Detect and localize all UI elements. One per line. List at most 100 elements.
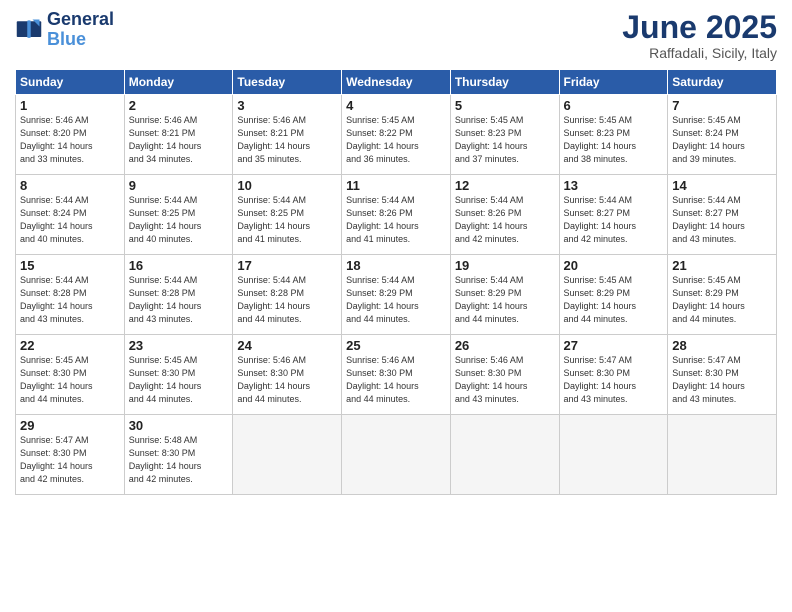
logo-icon bbox=[15, 16, 43, 44]
day-number: 17 bbox=[237, 258, 337, 273]
day-number: 8 bbox=[20, 178, 120, 193]
col-tuesday: Tuesday bbox=[233, 70, 342, 95]
cell-info: Sunrise: 5:45 AM Sunset: 8:24 PM Dayligh… bbox=[672, 114, 772, 166]
table-row: 27Sunrise: 5:47 AM Sunset: 8:30 PM Dayli… bbox=[559, 335, 668, 415]
table-row: 4Sunrise: 5:45 AM Sunset: 8:22 PM Daylig… bbox=[342, 95, 451, 175]
cell-info: Sunrise: 5:44 AM Sunset: 8:24 PM Dayligh… bbox=[20, 194, 120, 246]
table-row: 7Sunrise: 5:45 AM Sunset: 8:24 PM Daylig… bbox=[668, 95, 777, 175]
day-number: 2 bbox=[129, 98, 229, 113]
calendar-header-row: Sunday Monday Tuesday Wednesday Thursday… bbox=[16, 70, 777, 95]
table-row: 3Sunrise: 5:46 AM Sunset: 8:21 PM Daylig… bbox=[233, 95, 342, 175]
table-row bbox=[342, 415, 451, 495]
col-saturday: Saturday bbox=[668, 70, 777, 95]
table-row bbox=[668, 415, 777, 495]
col-thursday: Thursday bbox=[450, 70, 559, 95]
cell-info: Sunrise: 5:44 AM Sunset: 8:29 PM Dayligh… bbox=[346, 274, 446, 326]
cell-info: Sunrise: 5:47 AM Sunset: 8:30 PM Dayligh… bbox=[564, 354, 664, 406]
table-row: 17Sunrise: 5:44 AM Sunset: 8:28 PM Dayli… bbox=[233, 255, 342, 335]
cell-info: Sunrise: 5:45 AM Sunset: 8:30 PM Dayligh… bbox=[20, 354, 120, 406]
day-number: 21 bbox=[672, 258, 772, 273]
logo-text: General Blue bbox=[47, 10, 114, 50]
day-number: 5 bbox=[455, 98, 555, 113]
day-number: 9 bbox=[129, 178, 229, 193]
location-subtitle: Raffadali, Sicily, Italy bbox=[622, 45, 777, 61]
col-wednesday: Wednesday bbox=[342, 70, 451, 95]
day-number: 15 bbox=[20, 258, 120, 273]
day-number: 27 bbox=[564, 338, 664, 353]
table-row: 2Sunrise: 5:46 AM Sunset: 8:21 PM Daylig… bbox=[124, 95, 233, 175]
day-number: 23 bbox=[129, 338, 229, 353]
table-row: 5Sunrise: 5:45 AM Sunset: 8:23 PM Daylig… bbox=[450, 95, 559, 175]
cell-info: Sunrise: 5:46 AM Sunset: 8:30 PM Dayligh… bbox=[346, 354, 446, 406]
cell-info: Sunrise: 5:44 AM Sunset: 8:28 PM Dayligh… bbox=[129, 274, 229, 326]
calendar-week-row: 29Sunrise: 5:47 AM Sunset: 8:30 PM Dayli… bbox=[16, 415, 777, 495]
table-row: 24Sunrise: 5:46 AM Sunset: 8:30 PM Dayli… bbox=[233, 335, 342, 415]
day-number: 14 bbox=[672, 178, 772, 193]
cell-info: Sunrise: 5:44 AM Sunset: 8:28 PM Dayligh… bbox=[20, 274, 120, 326]
table-row: 15Sunrise: 5:44 AM Sunset: 8:28 PM Dayli… bbox=[16, 255, 125, 335]
cell-info: Sunrise: 5:45 AM Sunset: 8:29 PM Dayligh… bbox=[672, 274, 772, 326]
table-row bbox=[233, 415, 342, 495]
calendar-week-row: 1Sunrise: 5:46 AM Sunset: 8:20 PM Daylig… bbox=[16, 95, 777, 175]
cell-info: Sunrise: 5:45 AM Sunset: 8:22 PM Dayligh… bbox=[346, 114, 446, 166]
cell-info: Sunrise: 5:44 AM Sunset: 8:29 PM Dayligh… bbox=[455, 274, 555, 326]
calendar-week-row: 22Sunrise: 5:45 AM Sunset: 8:30 PM Dayli… bbox=[16, 335, 777, 415]
day-number: 11 bbox=[346, 178, 446, 193]
table-row: 23Sunrise: 5:45 AM Sunset: 8:30 PM Dayli… bbox=[124, 335, 233, 415]
day-number: 6 bbox=[564, 98, 664, 113]
table-row: 9Sunrise: 5:44 AM Sunset: 8:25 PM Daylig… bbox=[124, 175, 233, 255]
calendar: Sunday Monday Tuesday Wednesday Thursday… bbox=[15, 69, 777, 495]
logo: General Blue bbox=[15, 10, 114, 50]
table-row: 19Sunrise: 5:44 AM Sunset: 8:29 PM Dayli… bbox=[450, 255, 559, 335]
logo-line1: General bbox=[47, 10, 114, 30]
cell-info: Sunrise: 5:45 AM Sunset: 8:23 PM Dayligh… bbox=[564, 114, 664, 166]
day-number: 3 bbox=[237, 98, 337, 113]
table-row: 13Sunrise: 5:44 AM Sunset: 8:27 PM Dayli… bbox=[559, 175, 668, 255]
table-row bbox=[450, 415, 559, 495]
cell-info: Sunrise: 5:44 AM Sunset: 8:28 PM Dayligh… bbox=[237, 274, 337, 326]
cell-info: Sunrise: 5:44 AM Sunset: 8:27 PM Dayligh… bbox=[564, 194, 664, 246]
day-number: 10 bbox=[237, 178, 337, 193]
day-number: 30 bbox=[129, 418, 229, 433]
day-number: 18 bbox=[346, 258, 446, 273]
logo-line2: Blue bbox=[47, 29, 86, 49]
cell-info: Sunrise: 5:46 AM Sunset: 8:21 PM Dayligh… bbox=[129, 114, 229, 166]
table-row: 14Sunrise: 5:44 AM Sunset: 8:27 PM Dayli… bbox=[668, 175, 777, 255]
table-row: 11Sunrise: 5:44 AM Sunset: 8:26 PM Dayli… bbox=[342, 175, 451, 255]
day-number: 4 bbox=[346, 98, 446, 113]
cell-info: Sunrise: 5:45 AM Sunset: 8:23 PM Dayligh… bbox=[455, 114, 555, 166]
cell-info: Sunrise: 5:46 AM Sunset: 8:21 PM Dayligh… bbox=[237, 114, 337, 166]
table-row: 1Sunrise: 5:46 AM Sunset: 8:20 PM Daylig… bbox=[16, 95, 125, 175]
day-number: 24 bbox=[237, 338, 337, 353]
col-friday: Friday bbox=[559, 70, 668, 95]
calendar-week-row: 15Sunrise: 5:44 AM Sunset: 8:28 PM Dayli… bbox=[16, 255, 777, 335]
table-row: 12Sunrise: 5:44 AM Sunset: 8:26 PM Dayli… bbox=[450, 175, 559, 255]
header: General Blue June 2025 Raffadali, Sicily… bbox=[15, 10, 777, 61]
cell-info: Sunrise: 5:45 AM Sunset: 8:30 PM Dayligh… bbox=[129, 354, 229, 406]
day-number: 20 bbox=[564, 258, 664, 273]
day-number: 22 bbox=[20, 338, 120, 353]
cell-info: Sunrise: 5:48 AM Sunset: 8:30 PM Dayligh… bbox=[129, 434, 229, 486]
day-number: 25 bbox=[346, 338, 446, 353]
table-row: 10Sunrise: 5:44 AM Sunset: 8:25 PM Dayli… bbox=[233, 175, 342, 255]
cell-info: Sunrise: 5:44 AM Sunset: 8:27 PM Dayligh… bbox=[672, 194, 772, 246]
col-sunday: Sunday bbox=[16, 70, 125, 95]
table-row: 18Sunrise: 5:44 AM Sunset: 8:29 PM Dayli… bbox=[342, 255, 451, 335]
table-row: 6Sunrise: 5:45 AM Sunset: 8:23 PM Daylig… bbox=[559, 95, 668, 175]
cell-info: Sunrise: 5:44 AM Sunset: 8:25 PM Dayligh… bbox=[237, 194, 337, 246]
day-number: 29 bbox=[20, 418, 120, 433]
table-row: 25Sunrise: 5:46 AM Sunset: 8:30 PM Dayli… bbox=[342, 335, 451, 415]
day-number: 1 bbox=[20, 98, 120, 113]
table-row: 26Sunrise: 5:46 AM Sunset: 8:30 PM Dayli… bbox=[450, 335, 559, 415]
day-number: 28 bbox=[672, 338, 772, 353]
table-row: 21Sunrise: 5:45 AM Sunset: 8:29 PM Dayli… bbox=[668, 255, 777, 335]
cell-info: Sunrise: 5:47 AM Sunset: 8:30 PM Dayligh… bbox=[672, 354, 772, 406]
table-row: 29Sunrise: 5:47 AM Sunset: 8:30 PM Dayli… bbox=[16, 415, 125, 495]
cell-info: Sunrise: 5:46 AM Sunset: 8:20 PM Dayligh… bbox=[20, 114, 120, 166]
cell-info: Sunrise: 5:44 AM Sunset: 8:26 PM Dayligh… bbox=[455, 194, 555, 246]
month-title: June 2025 bbox=[622, 10, 777, 45]
day-number: 7 bbox=[672, 98, 772, 113]
cell-info: Sunrise: 5:44 AM Sunset: 8:25 PM Dayligh… bbox=[129, 194, 229, 246]
cell-info: Sunrise: 5:45 AM Sunset: 8:29 PM Dayligh… bbox=[564, 274, 664, 326]
table-row: 30Sunrise: 5:48 AM Sunset: 8:30 PM Dayli… bbox=[124, 415, 233, 495]
